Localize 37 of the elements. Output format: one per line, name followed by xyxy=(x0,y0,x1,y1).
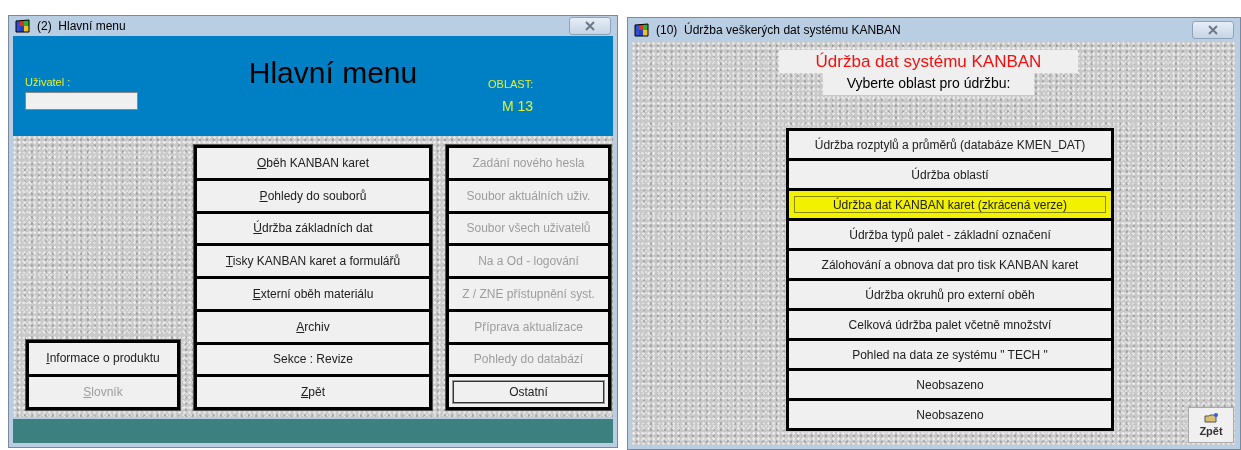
window-title: (2) Hlavní menu xyxy=(37,19,127,33)
menu-button[interactable]: Oběh KANBAN karet xyxy=(197,148,429,178)
prompt-text: Vyberte oblast pro údržbu: xyxy=(823,73,1034,95)
menu-button[interactable]: Informace o produktu xyxy=(29,343,177,374)
menu-button[interactable]: Ostatní xyxy=(449,377,608,407)
option-button[interactable]: Pohled na data ze systému " TECH " xyxy=(789,341,1111,368)
option-button[interactable]: Údržba dat KANBAN karet (zkrácená verze) xyxy=(789,191,1111,218)
close-icon xyxy=(584,21,596,31)
user-field[interactable] xyxy=(25,92,138,110)
option-button[interactable]: Zálohování a obnova dat pro tisk KANBAN karet xyxy=(789,251,1111,278)
app-icon xyxy=(634,22,650,38)
option-button[interactable]: Údržba typů palet - základní označení xyxy=(789,221,1111,248)
folder-icon xyxy=(1204,413,1218,423)
window-heading: Údržba dat systému KANBAN xyxy=(779,50,1078,73)
close-button[interactable] xyxy=(569,17,611,35)
area-label: OBLAST: xyxy=(488,78,535,90)
main-heading: Hlavní menu xyxy=(247,55,419,91)
option-button[interactable]: Celková údržba palet včetně množství xyxy=(789,311,1111,338)
menu-button[interactable]: Zpět xyxy=(197,377,429,407)
menu-button[interactable]: Pohledy do souborů xyxy=(197,180,429,211)
close-button[interactable] xyxy=(1192,21,1234,39)
option-button[interactable]: Údržba rozptylů a průměrů (databáze KMEN_DAT) xyxy=(789,131,1111,158)
option-button[interactable]: Údržba okruhů pro externí oběh xyxy=(789,281,1111,308)
option-button[interactable]: Neobsazeno xyxy=(789,401,1111,428)
back-button[interactable]: Zpět xyxy=(1188,407,1234,443)
option-button[interactable]: Neobsazeno xyxy=(789,371,1111,398)
window-title: (10) Údržba veškerých dat systému KANBAN xyxy=(656,23,902,37)
area-value: M 13 xyxy=(501,98,535,114)
app-icon xyxy=(15,18,31,34)
menu-button[interactable]: Sekce : Revize xyxy=(197,344,429,375)
close-icon xyxy=(1207,25,1219,35)
menu-button[interactable]: Archiv xyxy=(197,311,429,342)
option-button[interactable]: Údržba oblastí xyxy=(789,161,1111,188)
user-label: Uživatel : xyxy=(25,76,72,88)
menu-button[interactable]: Tisky KANBAN karet a formulářů xyxy=(197,246,429,276)
menu-button[interactable]: Externí oběh materiálu xyxy=(197,279,429,309)
menu-button[interactable]: Údržba základních dat xyxy=(197,213,429,244)
